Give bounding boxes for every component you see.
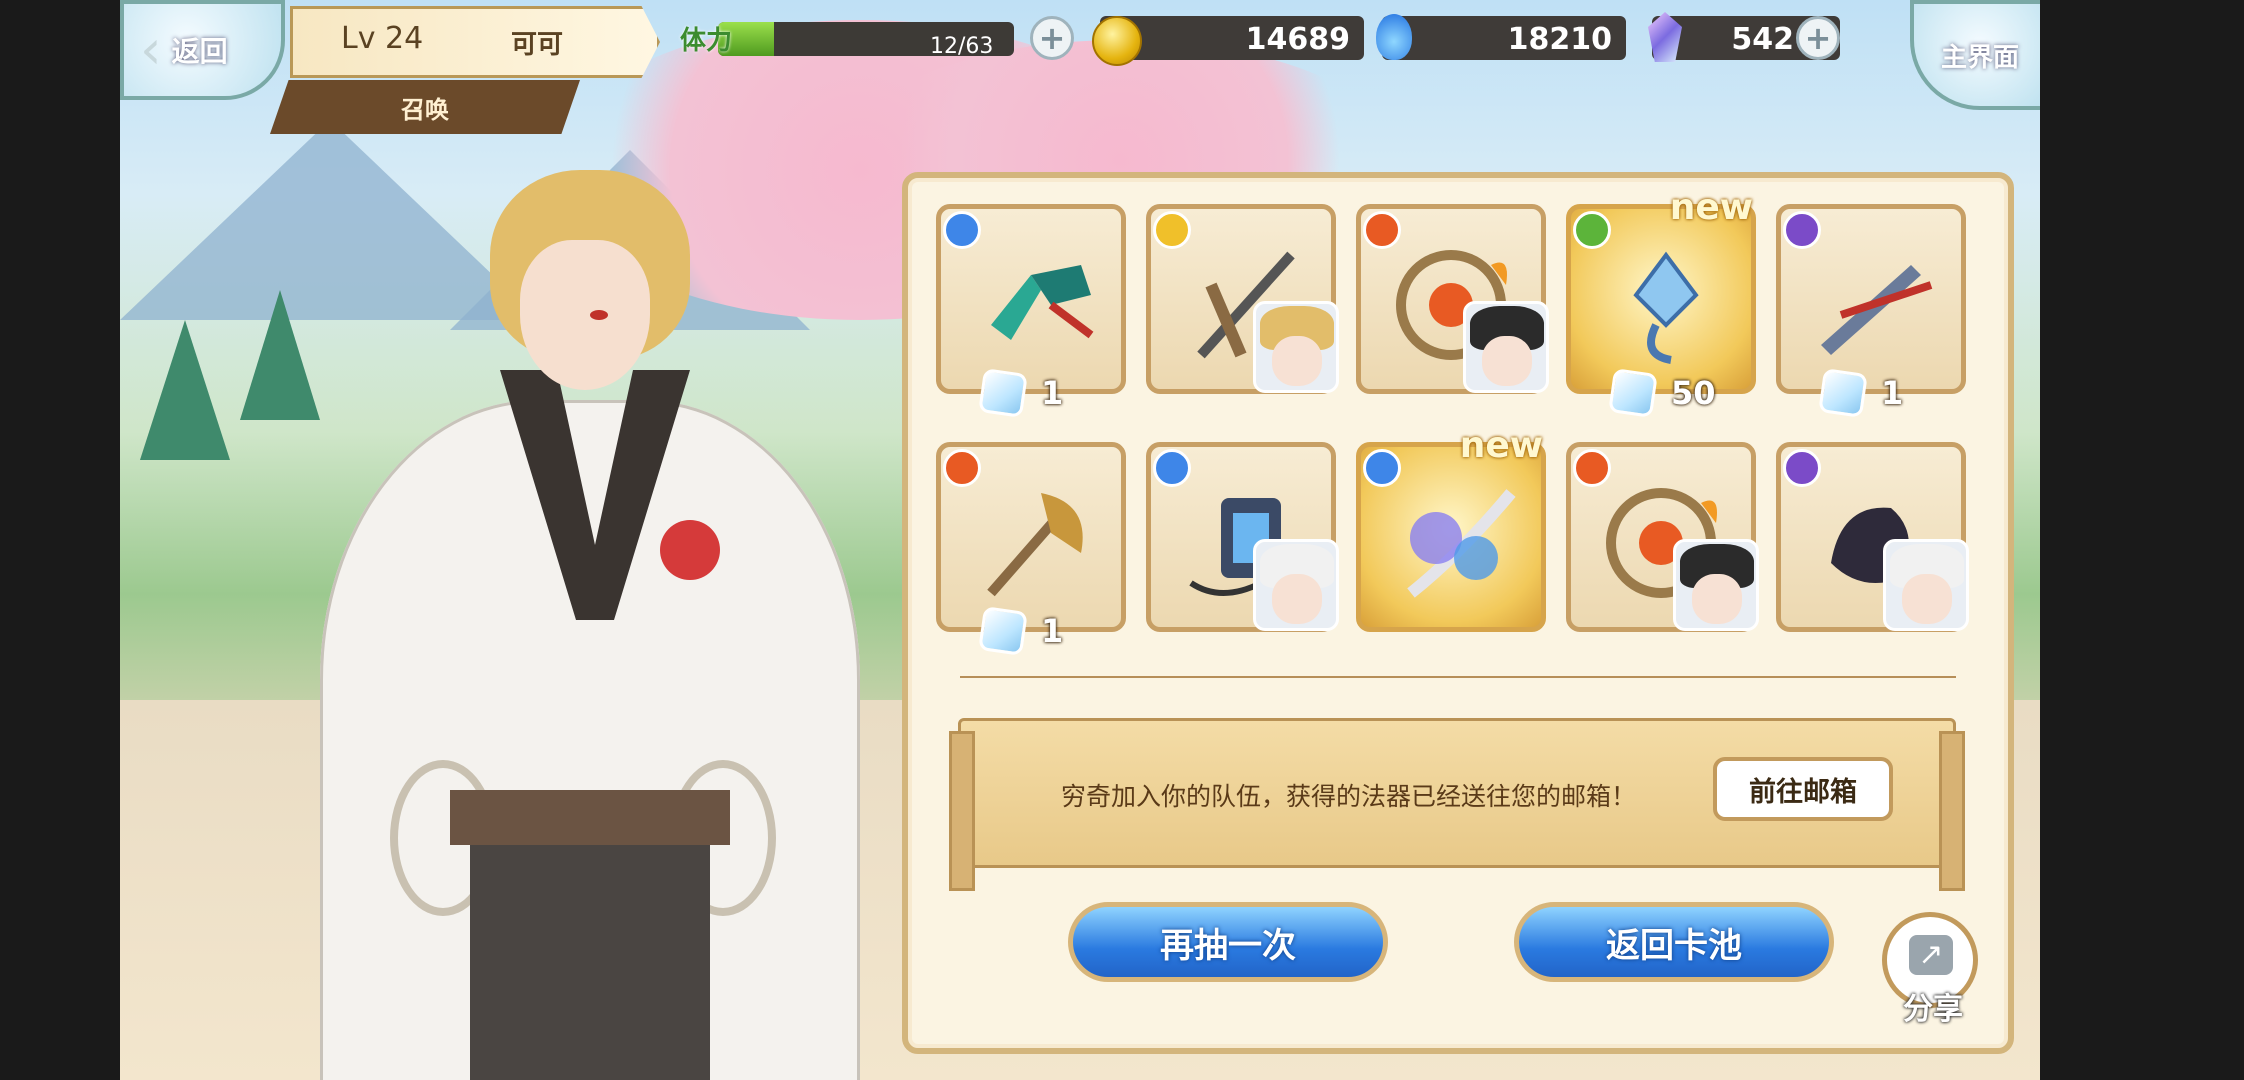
- player-banner: Lv 24 可可: [290, 6, 660, 78]
- gem-icon: [978, 368, 1028, 418]
- game-scene: ‹ 返回 Lv 24 可可 召唤 体力 12/63 + 14689 18210 …: [120, 0, 2040, 1080]
- result-item-1[interactable]: 1: [936, 204, 1126, 418]
- spirit-sword-icon: [1407, 489, 1516, 598]
- item-count: 1: [1818, 368, 1904, 418]
- gem-icon: [978, 606, 1028, 656]
- result-item-9[interactable]: [1566, 442, 1759, 632]
- player-name: 可可: [511, 30, 564, 60]
- draw-again-button[interactable]: 再抽一次: [1068, 902, 1388, 982]
- new-badge: new: [1669, 187, 1753, 228]
- claw-weapon-icon: [991, 265, 1094, 340]
- result-item-10[interactable]: [1776, 442, 1969, 632]
- go-to-mailbox-button[interactable]: 前往邮箱: [1713, 757, 1893, 821]
- result-item-6[interactable]: 1: [936, 442, 1126, 656]
- gold-coin-icon: [1092, 16, 1142, 66]
- return-to-pool-button[interactable]: 返回卡池: [1514, 902, 1834, 982]
- crystal-scepter-icon: [1633, 251, 1699, 364]
- back-button[interactable]: ‹ 返回: [120, 0, 285, 100]
- result-item-5[interactable]: 1: [1776, 204, 1966, 418]
- item-count-value: 1: [1041, 374, 1064, 412]
- blue-flame-icon: [1376, 14, 1412, 60]
- left-letterbox: [0, 0, 120, 1080]
- fire-element-icon: [943, 449, 981, 487]
- character-belt: [450, 790, 730, 845]
- fire-element-icon: [1573, 449, 1611, 487]
- stamina-label: 体力: [680, 26, 733, 56]
- water-element-icon: [1363, 449, 1401, 487]
- stamina-value: 12/63: [930, 34, 994, 59]
- add-stamina-button[interactable]: +: [1030, 16, 1074, 60]
- pine-tree: [140, 320, 230, 460]
- back-arrow-icon: ‹: [140, 18, 162, 81]
- result-item-3[interactable]: [1356, 204, 1549, 394]
- character-portrait: [1673, 539, 1759, 631]
- new-badge: new: [1459, 425, 1543, 466]
- soul-value: 18210: [1507, 22, 1612, 57]
- share-icon: ↗: [1909, 935, 1953, 975]
- summon-tab: 召唤: [270, 80, 580, 134]
- item-count: 1: [978, 368, 1064, 418]
- summoned-character: [300, 170, 880, 1080]
- character-portrait: [1463, 301, 1549, 393]
- gem-icon: [1818, 368, 1868, 418]
- red-flower-brooch: [660, 520, 720, 580]
- character-eye: [590, 310, 608, 320]
- result-item-2[interactable]: [1146, 204, 1339, 394]
- result-item-7[interactable]: [1146, 442, 1339, 632]
- summon-tab-label: 召唤: [401, 95, 449, 124]
- fire-element-icon: [1363, 211, 1401, 249]
- character-portrait: [1253, 301, 1339, 393]
- result-item-4[interactable]: new 50: [1566, 187, 1756, 418]
- water-element-icon: [943, 211, 981, 249]
- share-label: 分享: [1903, 992, 1963, 1027]
- dark-element-icon: [1783, 449, 1821, 487]
- divider: [960, 676, 1956, 678]
- item-count: 50: [1608, 368, 1716, 418]
- right-letterbox: [2040, 0, 2244, 1080]
- add-crystal-button[interactable]: +: [1796, 16, 1840, 60]
- coin-value: 14689: [1245, 22, 1350, 57]
- item-count-value: 1: [1881, 374, 1904, 412]
- character-portrait: [1253, 539, 1339, 631]
- axe-weapon-icon: [987, 493, 1083, 597]
- result-item-8[interactable]: new: [1356, 425, 1546, 632]
- character-hakama: [470, 845, 710, 1080]
- soul-counter: 18210: [1382, 16, 1626, 60]
- light-element-icon: [1153, 211, 1191, 249]
- item-count-value: 1: [1041, 612, 1064, 650]
- twin-blade-icon: [1821, 265, 1933, 355]
- home-label: 主界面: [1940, 42, 2019, 73]
- home-button[interactable]: 主界面: [1910, 0, 2040, 110]
- player-level: Lv 24: [341, 21, 424, 56]
- back-label: 返回: [171, 35, 228, 68]
- character-face: [520, 240, 650, 390]
- gem-icon: [1608, 368, 1658, 418]
- stamina-bar: 体力 12/63: [680, 14, 1084, 62]
- message-scroll: 穷奇加入你的队伍，获得的法器已经送往您的邮箱！ 前往邮箱: [949, 718, 1965, 891]
- wood-element-icon: [1573, 211, 1611, 249]
- crystal-value: 542: [1731, 22, 1794, 57]
- summon-result-panel: 1 new 50 1 1 new 穷奇加入你的队伍，获得的法器已经送往您的邮箱！…: [902, 172, 2014, 1054]
- result-message: 穷奇加入你的队伍，获得的法器已经送往您的邮箱！: [1061, 782, 1637, 811]
- character-portrait: [1883, 539, 1969, 631]
- water-element-icon: [1153, 449, 1191, 487]
- dark-element-icon: [1783, 211, 1821, 249]
- item-count: 1: [978, 606, 1064, 656]
- item-count-value: 50: [1671, 374, 1716, 412]
